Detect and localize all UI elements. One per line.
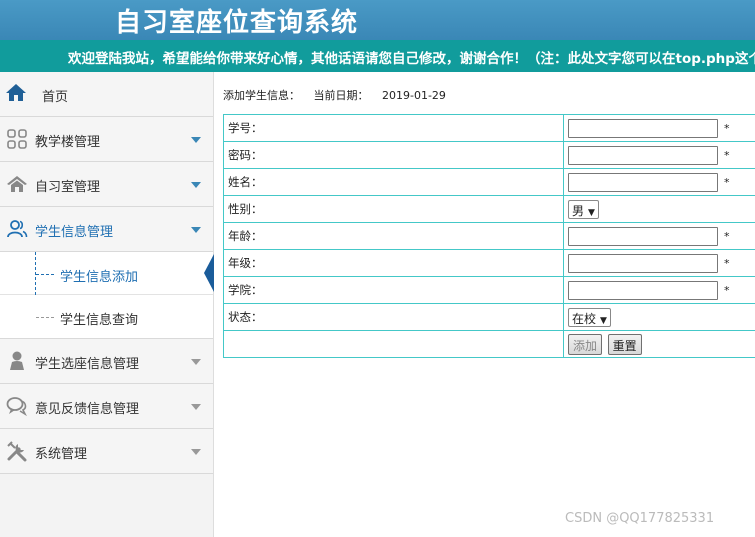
sidebar-item-label: 学生信息管理: [35, 225, 114, 240]
student-form: 学号： * 密码： * 姓名： * 性别： 男 ▼ 年龄： * 年级： * 学院…: [223, 114, 755, 358]
form-row: 状态： 在校 ▼: [223, 303, 755, 331]
chat-icon: [6, 397, 27, 417]
submenu-item-label: 学生信息查询: [60, 313, 139, 328]
status-select-value: 在校: [572, 311, 597, 326]
required-mark: *: [724, 175, 730, 189]
chevron-down-icon: [191, 182, 201, 188]
field-cell: *: [563, 249, 755, 277]
header-bar: 自习室座位查询系统: [0, 0, 755, 40]
gender-select[interactable]: 男 ▼: [568, 199, 599, 219]
reset-button[interactable]: 重置: [607, 333, 642, 355]
form-row: 年龄： *: [223, 222, 755, 250]
students-submenu: 学生信息添加 学生信息查询: [0, 252, 214, 339]
page-heading: 添加学生信息： 当前日期： 2019-01-29: [223, 87, 456, 103]
date-value: 2019-01-29: [382, 89, 446, 102]
college-input[interactable]: [568, 280, 718, 300]
add-button[interactable]: 添加: [568, 333, 603, 355]
grid-icon: [7, 129, 27, 149]
name-input[interactable]: [568, 172, 718, 192]
sidebar-item-label: 教学楼管理: [35, 135, 101, 150]
sidebar: 首页 教学楼管理 自习室管理 学生信息管理 学生信息添加 学生信息查询 学生选座…: [0, 72, 214, 537]
submenu-item-add-student[interactable]: 学生信息添加: [0, 252, 214, 295]
sidebar-item-students[interactable]: 学生信息管理: [0, 207, 213, 252]
field-label: 密码：: [223, 141, 564, 169]
gender-select-value: 男: [572, 203, 585, 218]
watermark: CSDN @QQ177825331: [565, 511, 715, 526]
submenu-item-label: 学生信息添加: [60, 270, 139, 285]
field-cell: *: [563, 222, 755, 250]
sidebar-item-buildings[interactable]: 教学楼管理: [0, 117, 213, 162]
app-title: 自习室座位查询系统: [115, 8, 359, 38]
field-cell: *: [563, 276, 755, 304]
required-mark: *: [724, 229, 730, 243]
password-input[interactable]: [568, 145, 718, 165]
age-input[interactable]: [568, 226, 718, 246]
field-label: 性别：: [223, 195, 564, 223]
tree-dash: [36, 317, 54, 318]
form-row: 性别： 男 ▼: [223, 195, 755, 223]
required-mark: *: [724, 148, 730, 162]
form-row: 学号： *: [223, 114, 755, 142]
dropdown-arrow-icon: ▼: [588, 207, 595, 218]
form-row: 姓名： *: [223, 168, 755, 196]
field-cell: *: [563, 141, 755, 169]
field-label: 学院：: [223, 276, 564, 304]
chevron-down-icon: [191, 227, 201, 233]
field-cell: 男 ▼: [563, 195, 755, 223]
sidebar-item-label: 首页: [42, 90, 69, 105]
form-row: 学院： *: [223, 276, 755, 304]
marquee-text: 欢迎登陆我站，希望能给你带来好心情，其他话语请您自己修改，谢谢合作！（注：此处文…: [68, 51, 755, 67]
sidebar-item-seat-selection[interactable]: 学生选座信息管理: [0, 339, 213, 384]
student-id-input[interactable]: [568, 118, 718, 138]
chevron-down-icon: [191, 404, 201, 410]
sidebar-item-label: 系统管理: [35, 447, 88, 462]
submenu-item-query-student[interactable]: 学生信息查询: [0, 295, 213, 338]
field-label: 学号：: [223, 114, 564, 142]
field-label: 姓名：: [223, 168, 564, 196]
sidebar-item-home[interactable]: 首页: [0, 72, 213, 117]
home-icon: [6, 84, 26, 101]
active-pointer-icon: [204, 254, 214, 292]
users-icon: [7, 220, 28, 238]
date-label: 当前日期：: [313, 89, 369, 102]
required-mark: *: [724, 121, 730, 135]
empty-cell: [223, 330, 564, 358]
page-title: 添加学生信息：: [223, 89, 300, 102]
required-mark: *: [724, 256, 730, 270]
status-select[interactable]: 在校 ▼: [568, 307, 611, 327]
sidebar-item-label: 学生选座信息管理: [35, 357, 140, 372]
field-label: 年龄：: [223, 222, 564, 250]
chevron-down-icon: [191, 449, 201, 455]
grade-input[interactable]: [568, 253, 718, 273]
house-icon: [7, 176, 27, 192]
tree-dash: [36, 274, 54, 275]
sidebar-item-system[interactable]: 系统管理: [0, 429, 213, 474]
field-cell: *: [563, 114, 755, 142]
field-cell: 在校 ▼: [563, 303, 755, 331]
sidebar-item-label: 自习室管理: [35, 180, 101, 195]
person-icon: [10, 351, 24, 370]
button-cell: 添加 重置: [563, 330, 755, 358]
field-label: 状态：: [223, 303, 564, 331]
form-row: 密码： *: [223, 141, 755, 169]
form-row: 添加 重置: [223, 330, 755, 358]
field-label: 年级：: [223, 249, 564, 277]
dropdown-arrow-icon: ▼: [600, 315, 607, 326]
sidebar-item-feedback[interactable]: 意见反馈信息管理: [0, 384, 213, 429]
welcome-marquee: 欢迎登陆我站，希望能给你带来好心情，其他话语请您自己修改，谢谢合作！（注：此处文…: [0, 40, 755, 72]
tools-icon: [7, 441, 27, 462]
required-mark: *: [724, 283, 730, 297]
main-content: 添加学生信息： 当前日期： 2019-01-29 学号： * 密码： * 姓名：…: [215, 72, 755, 537]
chevron-down-icon: [191, 137, 201, 143]
form-row: 年级： *: [223, 249, 755, 277]
chevron-down-icon: [191, 359, 201, 365]
field-cell: *: [563, 168, 755, 196]
sidebar-item-rooms[interactable]: 自习室管理: [0, 162, 213, 207]
sidebar-item-label: 意见反馈信息管理: [35, 402, 140, 417]
